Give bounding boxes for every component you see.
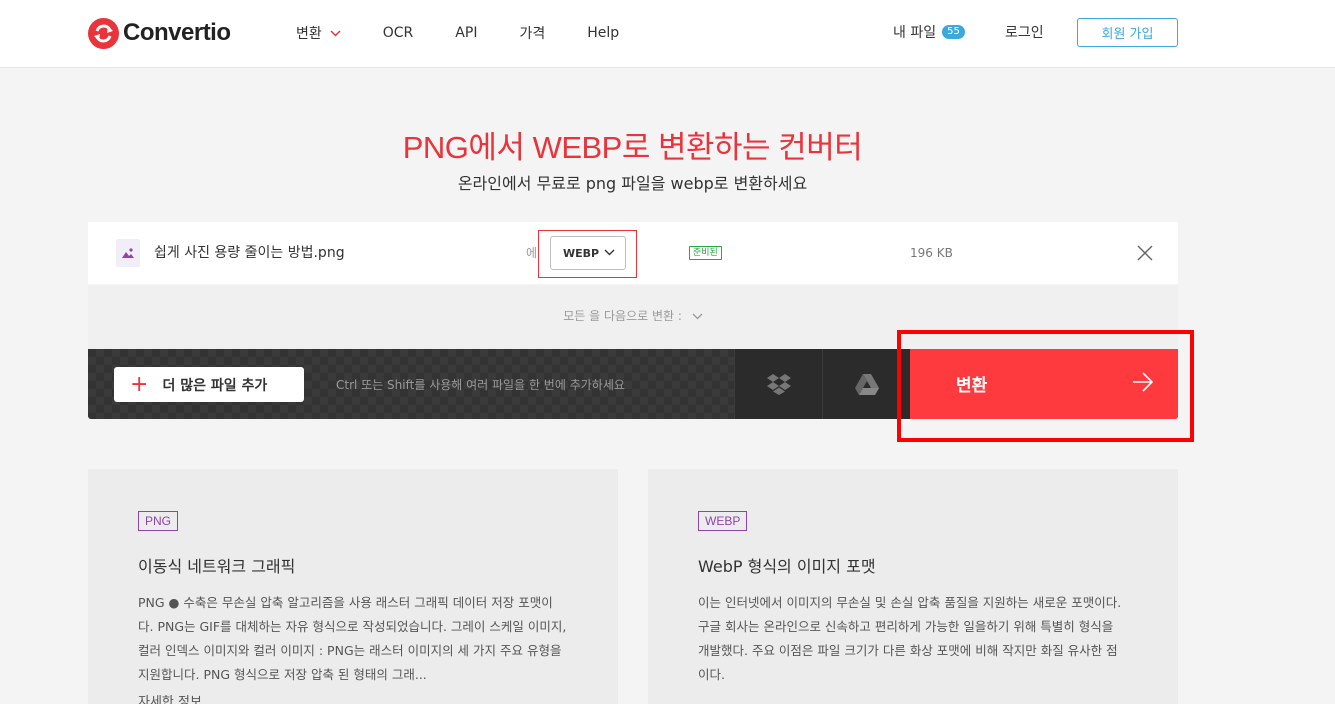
action-bar: + 더 많은 파일 추가 Ctrl 또는 Shift를 사용해 여러 파일을 한…	[88, 349, 1178, 419]
info-card-webp: WEBP WebP 형식의 이미지 포맷 이는 인터넷에서 이미지의 무손실 및…	[648, 469, 1178, 704]
format-tag: WEBP	[698, 511, 748, 531]
status-badge: 준비된	[689, 246, 722, 260]
convert-button[interactable]: 변환	[910, 349, 1178, 419]
image-file-icon	[116, 239, 140, 267]
info-card-png: PNG 이동식 네트워크 그래픽 PNG ● 수축은 무손실 압축 알고리즘을 …	[88, 469, 618, 704]
close-icon	[1137, 245, 1153, 261]
remove-file-button[interactable]	[1134, 242, 1156, 264]
google-drive-button[interactable]	[822, 349, 910, 419]
card-body: PNG ● 수축은 무손실 압축 알고리즘을 사용 래스터 그래픽 데이터 저장…	[138, 595, 567, 682]
dropbox-icon	[766, 374, 791, 395]
logo-text: Convertio	[123, 19, 231, 46]
nav-convert[interactable]: 변환	[296, 22, 341, 44]
file-name: 쉽게 사진 용량 줄이는 방법.png	[154, 245, 345, 261]
convert-all-label: 모든 을 다음으로 변환 :	[563, 309, 682, 323]
nav-api[interactable]: API	[455, 22, 477, 44]
nav-ocr[interactable]: OCR	[383, 22, 414, 44]
chevron-down-icon	[330, 27, 341, 40]
convert-button-label: 변환	[956, 376, 988, 396]
top-header: Convertio 변환 OCR API 가격 Help 내 파일 55 로그인…	[0, 0, 1335, 68]
card-title: WebP 형식의 이미지 포맷	[698, 557, 876, 576]
my-files-label: 내 파일	[893, 25, 937, 41]
dropbox-button[interactable]	[734, 349, 822, 419]
to-label: 에	[526, 246, 538, 260]
target-format-value: WEBP	[563, 246, 600, 260]
signup-button[interactable]: 회원 가입	[1077, 18, 1178, 47]
nav-pricing[interactable]: 가격	[519, 22, 545, 44]
login-link[interactable]: 로그인	[1005, 22, 1044, 42]
page-title: PNG에서 WEBP로 변환하는 컨버터	[402, 130, 863, 165]
nav-help[interactable]: Help	[587, 22, 619, 44]
card-body: 이는 인터넷에서 이미지의 무손실 및 손실 압축 품질을 지원하는 새로운 포…	[698, 595, 1122, 682]
convert-all-dropdown[interactable]: 모든 을 다음으로 변환 :	[88, 307, 1178, 324]
nav-convert-label: 변환	[296, 26, 322, 42]
add-more-files-button[interactable]: + 더 많은 파일 추가	[114, 367, 304, 402]
main-nav: 변환 OCR API 가격 Help	[296, 22, 661, 44]
multi-select-hint: Ctrl 또는 Shift를 사용해 여러 파일을 한 번에 추가하세요	[336, 378, 625, 392]
more-info-link[interactable]: 자세한 정보	[138, 691, 202, 704]
card-title: 이동식 네트워크 그래픽	[138, 557, 296, 576]
arrow-right-icon	[1132, 371, 1154, 397]
convertio-logo-icon	[88, 17, 119, 49]
chevron-down-icon	[604, 245, 615, 259]
page-subtitle: 온라인에서 무료로 png 파일을 webp로 변환하세요	[457, 174, 808, 193]
plus-icon: +	[130, 371, 149, 397]
file-row: 쉽게 사진 용량 줄이는 방법.png 에 WEBP 준비된 196 KB	[88, 222, 1178, 284]
chevron-down-icon	[686, 309, 703, 323]
file-count-badge: 55	[942, 25, 965, 39]
my-files-link[interactable]: 내 파일 55	[893, 22, 965, 42]
target-format-select[interactable]: WEBP	[550, 236, 626, 270]
file-size: 196 KB	[910, 246, 953, 260]
format-tag: PNG	[138, 511, 179, 531]
convert-all-row: 모든 을 다음으로 변환 :	[88, 285, 1178, 349]
logo[interactable]: Convertio	[88, 17, 231, 49]
add-more-files-label: 더 많은 파일 추가	[162, 377, 268, 394]
google-drive-icon	[854, 373, 879, 395]
